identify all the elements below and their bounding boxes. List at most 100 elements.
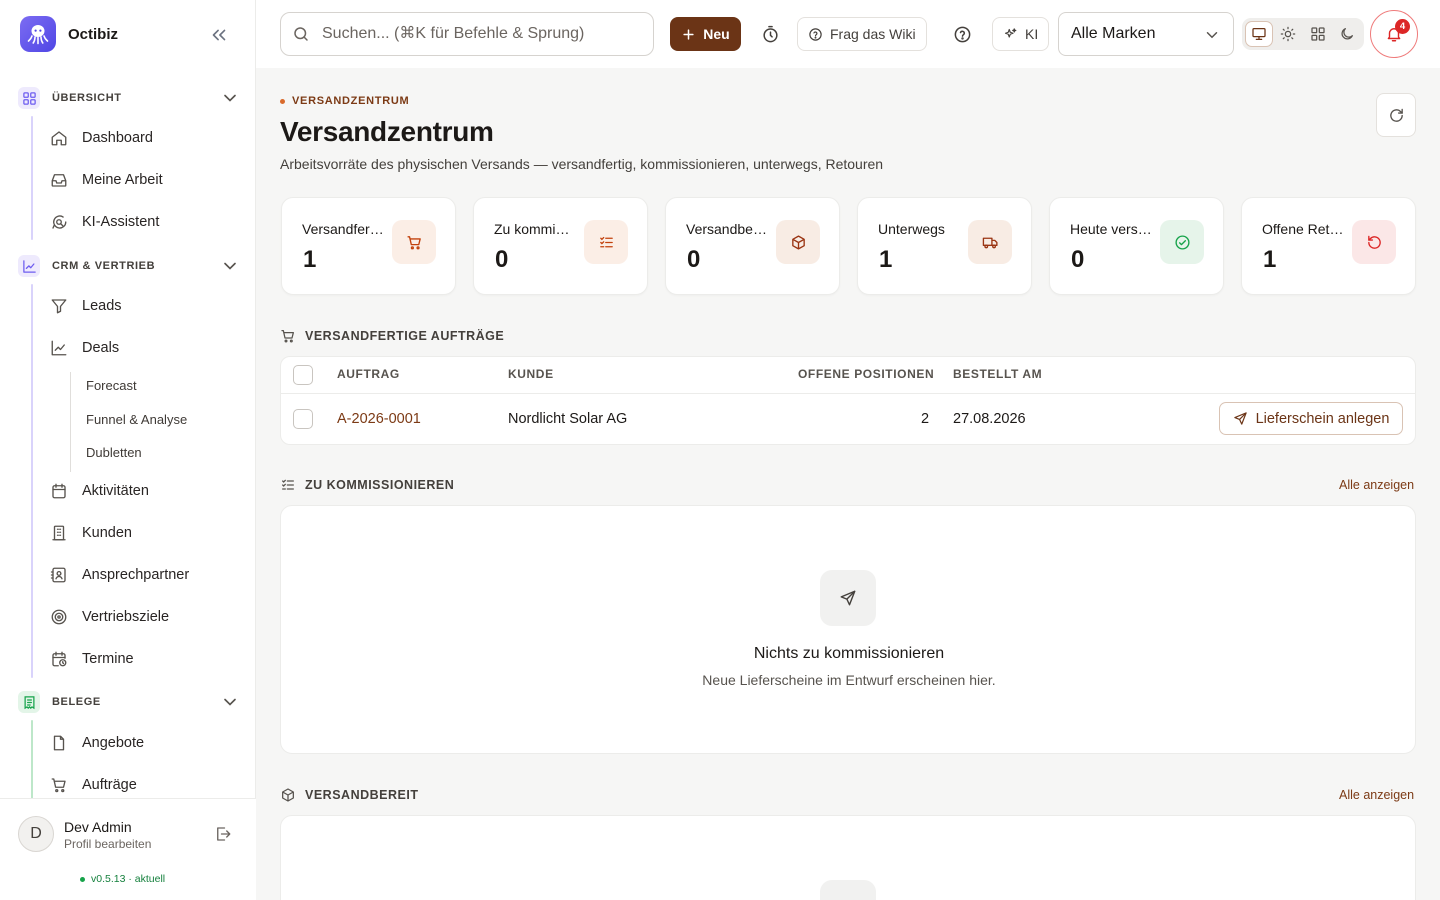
collapse-sidebar-icon[interactable] xyxy=(208,24,230,46)
sidebar-item-leads[interactable]: Leads xyxy=(50,289,122,323)
list-checks-icon xyxy=(282,479,294,490)
undo-icon xyxy=(1352,220,1396,264)
create-delivery-note-button[interactable]: Lieferschein anlegen xyxy=(1219,402,1403,435)
sidebar-subitem-funnel-analyse[interactable]: Funnel & Analyse xyxy=(86,412,187,427)
inbox-icon xyxy=(51,174,67,187)
sun-icon[interactable] xyxy=(1275,21,1302,47)
order-number-link[interactable]: A-2026-0001 xyxy=(337,411,421,427)
sidebar-item-meine-arbeit[interactable]: Meine Arbeit xyxy=(50,163,163,197)
kpi-card-unterwegs[interactable]: Unterwegs 1 xyxy=(857,197,1032,295)
contact-card-icon xyxy=(50,567,66,583)
section-belege[interactable]: BELEGE xyxy=(18,688,240,716)
sidebar-item-vertriebsziele[interactable]: Vertriebsziele xyxy=(50,600,169,634)
sidebar-item-label: Meine Arbeit xyxy=(82,172,163,188)
send-icon xyxy=(1233,412,1247,425)
section-title-zu-kommissionieren: ZU KOMMISSIONIEREN xyxy=(280,477,454,493)
sidebar-item-deals[interactable]: Deals xyxy=(50,331,119,365)
section-rail xyxy=(31,720,33,798)
column-header-kunde[interactable]: KUNDE xyxy=(508,367,554,381)
brand-select[interactable]: Alle Marken xyxy=(1058,12,1234,56)
brand-select-value: Alle Marken xyxy=(1071,25,1156,42)
logout-icon[interactable] xyxy=(214,825,232,843)
kpi-value: 0 xyxy=(1071,246,1085,273)
section-crm-vertrieb[interactable]: CRM & VERTRIEB xyxy=(18,252,240,280)
subnav-rail xyxy=(70,372,71,472)
sidebar-item-aktivitaeten[interactable]: Aktivitäten xyxy=(50,474,149,508)
ai-button-label: KI xyxy=(1025,26,1039,42)
sidebar-item-dashboard[interactable]: Dashboard xyxy=(50,121,153,155)
section-uebersicht[interactable]: ÜBERSICHT xyxy=(18,84,240,112)
sidebar-item-termine[interactable]: Termine xyxy=(50,642,134,676)
sidebar-item-angebote[interactable]: Angebote xyxy=(50,726,144,760)
column-header-auftrag[interactable]: AUFTRAG xyxy=(337,367,400,381)
refresh-icon xyxy=(1389,108,1403,122)
sidebar-item-auftraege[interactable]: Aufträge xyxy=(50,768,137,798)
new-button-label: Neu xyxy=(703,26,730,42)
sidebar-subitem-dubletten[interactable]: Dubletten xyxy=(86,445,142,460)
notification-badge: 4 xyxy=(1395,19,1410,34)
sidebar-item-ansprechpartner[interactable]: Ansprechpartner xyxy=(50,558,189,592)
sidebar-item-ki-assistent[interactable]: KI-Assistent xyxy=(50,205,159,239)
trend-icon xyxy=(51,340,67,356)
kpi-card-zu-kommissionieren[interactable]: Zu kommissionieren 0 xyxy=(473,197,648,295)
monitor-icon[interactable] xyxy=(1245,21,1273,47)
edit-profile-link[interactable]: Profil bearbeiten xyxy=(64,837,151,851)
sidebar-item-label: Aufträge xyxy=(82,777,137,793)
show-all-link[interactable]: Alle anzeigen xyxy=(1339,788,1414,802)
chevron-down-icon[interactable] xyxy=(220,88,240,108)
kpi-card-offene-retouren[interactable]: Offene Retouren 1 xyxy=(1241,197,1416,295)
calendar-icon xyxy=(52,483,66,499)
empty-state-card: Nichts zu kommissionieren Neue Liefersch… xyxy=(280,505,1416,754)
section-title-label: ZU KOMMISSIONIEREN xyxy=(305,478,455,492)
kpi-card-versandbereit[interactable]: Versandbereit 0 xyxy=(665,197,840,295)
kpi-value: 1 xyxy=(303,246,317,273)
wiki-button[interactable]: Frag das Wiki xyxy=(797,17,927,51)
package-icon xyxy=(776,220,820,264)
chevron-down-icon[interactable] xyxy=(220,692,240,712)
select-all-checkbox[interactable] xyxy=(293,365,313,385)
brand[interactable]: Octibiz xyxy=(20,16,118,52)
sidebar-item-kunden[interactable]: Kunden xyxy=(50,516,132,550)
chevron-down-icon[interactable] xyxy=(220,256,240,276)
search-input[interactable] xyxy=(322,25,642,43)
section-label: CRM & VERTRIEB xyxy=(52,260,156,272)
column-header-offene-positionen[interactable]: OFFENE POSITIONEN xyxy=(798,367,934,381)
new-button[interactable]: Neu xyxy=(670,17,741,51)
section-title-versandbereit: VERSANDBEREIT xyxy=(280,787,418,803)
user-panel: D Dev Admin Profil bearbeiten v0.5.13 · … xyxy=(0,798,256,900)
package-icon xyxy=(282,788,294,802)
search-box[interactable] xyxy=(280,12,654,56)
kpi-value: 1 xyxy=(879,246,893,273)
notifications-button[interactable]: 4 xyxy=(1370,10,1418,58)
sidebar-item-label: Angebote xyxy=(82,735,145,751)
kpi-value: 0 xyxy=(687,246,701,273)
timer-icon[interactable] xyxy=(758,22,782,46)
column-header-bestellt-am[interactable]: BESTELLT AM xyxy=(953,367,1042,381)
row-checkbox[interactable] xyxy=(293,409,313,429)
show-all-link[interactable]: Alle anzeigen xyxy=(1339,478,1414,492)
list-checks-icon xyxy=(584,220,628,264)
eyebrow-dot xyxy=(280,98,285,104)
sidebar-subitem-forecast[interactable]: Forecast xyxy=(86,378,137,393)
avatar[interactable]: D xyxy=(18,816,54,852)
ai-button[interactable]: KI xyxy=(992,17,1050,51)
user-name[interactable]: Dev Admin xyxy=(64,819,132,835)
octopus-logo-icon xyxy=(20,16,56,52)
ordered-at-cell: 27.08.2026 xyxy=(953,411,1026,427)
sidebar-item-label: Leads xyxy=(82,298,122,314)
page-subtitle: Arbeitsvorräte des physischen Versands —… xyxy=(280,156,884,172)
empty-state-card xyxy=(280,815,1416,900)
empty-state-text: Neue Lieferscheine im Entwurf erscheinen… xyxy=(702,672,996,688)
kpi-card-heute-versendet[interactable]: Heute versendet 0 xyxy=(1049,197,1224,295)
kpi-card-versandfertig[interactable]: Versandfertig 1 xyxy=(281,197,456,295)
help-icon[interactable] xyxy=(950,22,974,46)
layout-grid-icon[interactable] xyxy=(1304,21,1331,47)
theme-switcher xyxy=(1242,18,1364,50)
check-circle-icon xyxy=(1160,220,1204,264)
sparkles-icon xyxy=(1004,27,1017,38)
refresh-button[interactable] xyxy=(1376,93,1416,137)
receipt-icon xyxy=(18,691,40,713)
section-rail xyxy=(31,116,33,240)
moon-icon[interactable] xyxy=(1334,21,1361,47)
search-icon xyxy=(294,27,308,41)
